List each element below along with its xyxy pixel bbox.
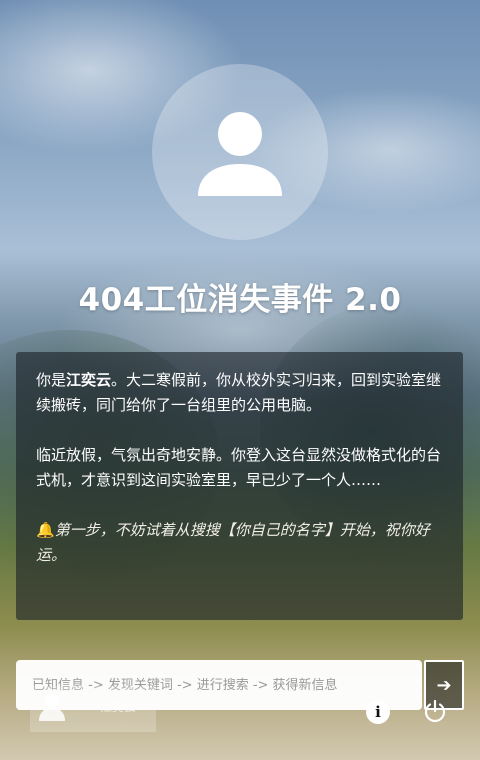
info-button[interactable]: i (366, 700, 390, 724)
story-paragraph-1: 你是江奕云。大二寒假前，你从校外实习归来，回到实验室继续搬砖，同门给你了一台组里… (36, 368, 443, 418)
page-title: 404工位消失事件 2.0 (78, 282, 402, 318)
user-switch-chip[interactable]: 江奕云 (30, 686, 156, 732)
login-screen: 404工位消失事件 2.0 你是江奕云。大二寒假前，你从校外实习归来，回到实验室… (0, 0, 480, 760)
story-panel: 你是江奕云。大二寒假前，你从校外实习归来，回到实验室继续搬砖，同门给你了一台组里… (16, 352, 463, 620)
story-intro-text: 你是 (36, 371, 67, 389)
user-silhouette-icon (198, 112, 282, 196)
story-paragraph-2: 临近放假，气氛出奇地安静。你登入这台显然没做格式化的台式机，才意识到这间实验室里… (36, 446, 442, 489)
story-hint: 🔔第一步，不妨试着从搜搜【你自己的名字】开始，祝你好运。 (36, 518, 443, 568)
power-icon[interactable] (422, 698, 448, 724)
user-icon (39, 694, 65, 721)
hint-text: 第一步，不妨试着从搜搜【你自己的名字】开始，祝你好运。 (36, 521, 430, 564)
bell-icon: 🔔 (36, 521, 55, 539)
user-avatar (152, 64, 328, 240)
user-name-label: 江奕云 (100, 700, 137, 714)
player-name: 江奕云 (66, 371, 112, 389)
